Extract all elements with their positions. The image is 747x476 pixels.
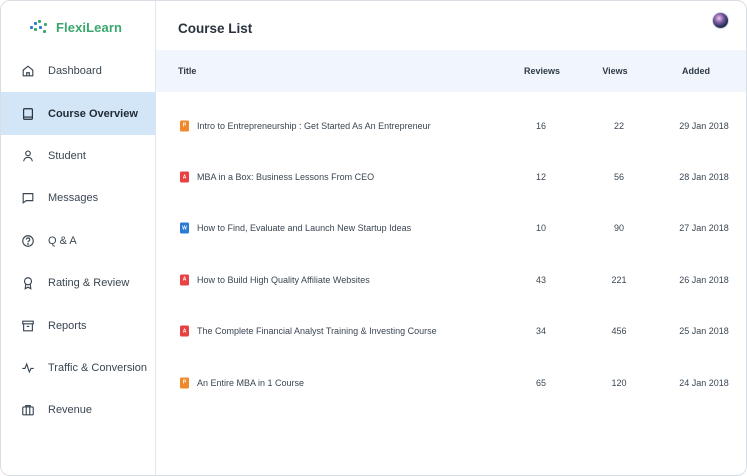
sidebar-item-label: Rating & Review [48,277,130,290]
sidebar-item-traffic-conversion[interactable]: Traffic & Conversion [1,347,156,389]
column-header-added[interactable]: Added [676,66,716,76]
archive-icon [21,319,35,333]
pdf-file-icon: A [180,274,189,286]
course-table-body: P Intro to Entrepreneurship : Get Starte… [156,100,746,408]
sidebar-nav: Dashboard Course Overview Student Messag… [1,50,156,432]
question-icon [21,234,35,248]
course-title[interactable]: How to Build High Quality Affiliate Webs… [197,275,370,285]
table-row[interactable]: P An Entire MBA in 1 Course 65 120 24 Ja… [156,357,746,408]
sidebar-item-messages[interactable]: Messages [1,177,156,219]
sidebar-item-revenue[interactable]: Revenue [1,389,156,431]
table-row[interactable]: A How to Build High Quality Affiliate We… [156,254,746,305]
main-content: Course List Title Reviews Views Added P … [156,1,746,475]
award-icon [21,276,35,290]
course-views: 456 [611,326,627,337]
course-added-date: 26 Jan 2018 [679,274,729,285]
sidebar-item-label: Revenue [48,404,93,417]
table-row[interactable]: A MBA in a Box: Business Lessons From CE… [156,151,746,202]
course-added-date: 29 Jan 2018 [679,120,729,131]
table-header: Title Reviews Views Added [156,50,746,92]
briefcase-icon [21,403,35,417]
home-icon [21,64,35,78]
column-header-reviews[interactable]: Reviews [524,66,560,76]
sidebar-item-label: Student [48,149,86,162]
course-views: 56 [613,172,624,183]
sidebar-item-rating-review[interactable]: Rating & Review [1,262,156,304]
sidebar-item-reports[interactable]: Reports [1,304,156,346]
slides-file-icon: P [180,377,189,389]
course-added-date: 28 Jan 2018 [679,172,729,183]
book-icon [21,107,35,121]
course-views: 120 [611,377,627,388]
course-title[interactable]: An Entire MBA in 1 Course [197,378,304,388]
course-reviews: 43 [535,274,546,285]
word-file-icon: W [180,222,189,234]
course-added-date: 27 Jan 2018 [679,223,729,234]
course-added-date: 24 Jan 2018 [679,377,729,388]
course-views: 22 [613,120,624,131]
page-title: Course List [178,21,253,36]
logo-icon [30,19,50,35]
course-reviews: 34 [535,326,546,337]
user-icon [21,149,35,163]
course-views: 90 [613,223,624,234]
course-title[interactable]: The Complete Financial Analyst Training … [197,326,437,336]
course-title[interactable]: How to Find, Evaluate and Launch New Sta… [197,223,411,233]
sidebar-item-q-and-a[interactable]: Q & A [1,220,156,262]
course-title[interactable]: MBA in a Box: Business Lessons From CEO [197,172,374,182]
course-reviews: 65 [535,377,546,388]
brand-name: FlexiLearn [56,19,123,35]
slides-file-icon: P [180,120,189,132]
avatar[interactable] [712,12,729,29]
sidebar-item-label: Q & A [48,234,77,247]
course-views: 221 [611,274,627,285]
course-added-date: 25 Jan 2018 [679,326,729,337]
course-reviews: 16 [535,120,546,131]
sidebar-item-label: Dashboard [48,65,102,78]
activity-icon [21,361,35,375]
sidebar-item-label: Messages [48,192,99,205]
brand[interactable]: FlexiLearn [30,17,122,37]
sidebar-item-student[interactable]: Student [1,135,156,177]
pdf-file-icon: A [180,171,189,183]
column-header-title[interactable]: Title [178,66,196,76]
sidebar-item-label: Reports [48,319,87,332]
message-icon [21,191,35,205]
course-reviews: 12 [535,172,546,183]
course-reviews: 10 [535,223,546,234]
table-row[interactable]: W How to Find, Evaluate and Launch New S… [156,203,746,254]
column-header-views[interactable]: Views [598,66,632,76]
table-row[interactable]: P Intro to Entrepreneurship : Get Starte… [156,100,746,151]
course-title[interactable]: Intro to Entrepreneurship : Get Started … [197,121,431,131]
sidebar-item-dashboard[interactable]: Dashboard [1,50,156,92]
app-window: FlexiLearn Dashboard Course Overview Stu… [0,0,747,476]
sidebar-item-label: Course Overview [48,107,138,120]
sidebar-item-label: Traffic & Conversion [48,361,148,374]
table-row[interactable]: A The Complete Financial Analyst Trainin… [156,306,746,357]
sidebar: FlexiLearn Dashboard Course Overview Stu… [1,1,156,475]
sidebar-item-course-overview[interactable]: Course Overview [1,92,156,135]
pdf-file-icon: A [180,325,189,337]
